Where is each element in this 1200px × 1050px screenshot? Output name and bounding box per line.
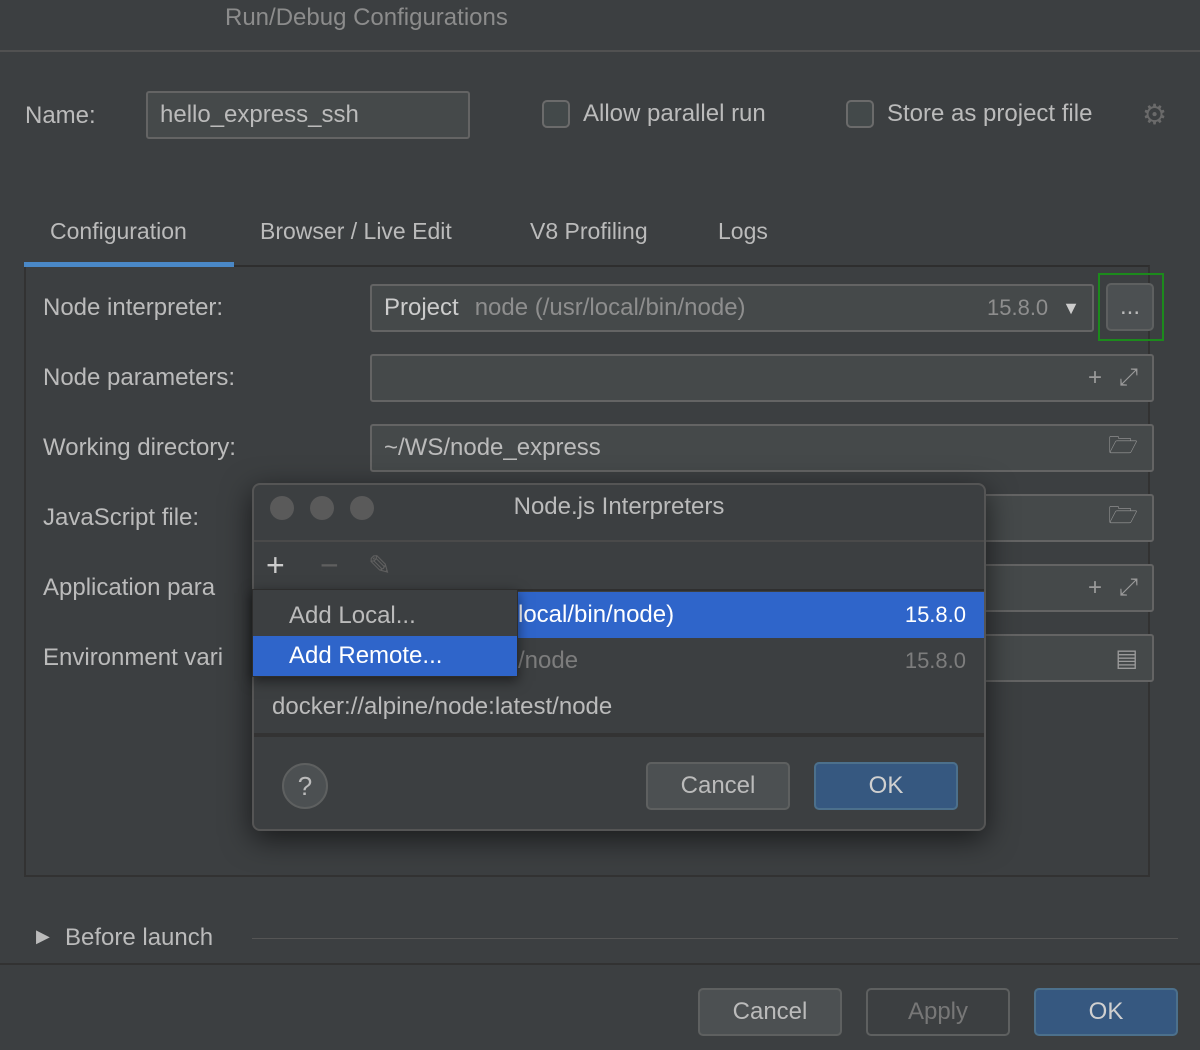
add-icon[interactable]: + <box>266 547 285 584</box>
working-directory-value: ~/WS/node_express <box>384 434 601 462</box>
working-directory-label: Working directory: <box>43 434 236 462</box>
chevron-down-icon: ▼ <box>1062 298 1080 319</box>
row-version: 15.8.0 <box>905 648 966 674</box>
ok-button[interactable]: OK <box>1034 988 1178 1036</box>
name-value: hello_express_ssh <box>160 101 359 129</box>
expand-icon[interactable]: ⤢ <box>1119 364 1138 392</box>
plus-icon[interactable]: + <box>1088 574 1102 602</box>
cancel-button[interactable]: Cancel <box>698 988 842 1036</box>
store-project-checkbox[interactable] <box>846 100 874 128</box>
divider <box>254 540 984 542</box>
interpreter-version: 15.8.0 <box>987 295 1048 321</box>
row-path: docker://alpine/node:latest/node <box>272 693 612 721</box>
tab-logs[interactable]: Logs <box>718 218 768 245</box>
node-interpreter-label: Node interpreter: <box>43 294 223 322</box>
environment-variables-label: Environment vari <box>43 644 223 672</box>
list-item[interactable]: docker://alpine/node:latest/node <box>254 684 984 730</box>
dialog-title: Node.js Interpreters <box>254 493 984 521</box>
active-tab-indicator <box>24 262 234 267</box>
remove-icon[interactable]: − <box>320 547 339 584</box>
divider <box>0 50 1200 52</box>
help-button[interactable]: ? <box>282 763 328 809</box>
edit-icon[interactable]: ✎ <box>368 549 391 582</box>
dialog-ok-button[interactable]: OK <box>814 762 958 810</box>
allow-parallel-label[interactable]: Allow parallel run <box>583 100 766 128</box>
name-label: Name: <box>25 102 96 130</box>
window-title: Run/Debug Configurations <box>225 4 508 32</box>
store-project-label[interactable]: Store as project file <box>887 100 1092 128</box>
node-parameters-label: Node parameters: <box>43 364 235 392</box>
row-path: local/bin/node) <box>518 601 674 629</box>
tab-configuration[interactable]: Configuration <box>50 218 187 245</box>
browse-interpreter-button[interactable]: ... <box>1106 283 1154 331</box>
divider <box>252 938 1178 939</box>
folder-icon[interactable]: 🗁 <box>1108 428 1138 469</box>
tab-v8-profiling[interactable]: V8 Profiling <box>530 218 648 245</box>
name-input[interactable]: hello_express_ssh <box>146 91 470 139</box>
plus-icon[interactable]: + <box>1088 364 1102 392</box>
working-directory-input[interactable]: ~/WS/node_express 🗁 <box>370 424 1154 472</box>
allow-parallel-checkbox[interactable] <box>542 100 570 128</box>
triangle-right-icon[interactable]: ▶ <box>36 926 50 947</box>
menu-item-add-remote[interactable]: Add Remote... <box>253 636 517 676</box>
document-icon[interactable]: ▤ <box>1115 644 1138 673</box>
before-launch-toggle[interactable]: Before launch <box>65 924 213 952</box>
folder-icon[interactable]: 🗁 <box>1108 498 1138 539</box>
apply-button[interactable]: Apply <box>866 988 1010 1036</box>
interpreter-path: node (/usr/local/bin/node) <box>475 294 746 322</box>
tab-browser-live-edit[interactable]: Browser / Live Edit <box>260 218 452 245</box>
divider <box>0 963 1200 965</box>
row-version: 15.8.0 <box>905 602 966 628</box>
expand-icon[interactable]: ⤢ <box>1119 574 1138 602</box>
application-parameters-label: Application para <box>43 574 215 602</box>
dialog-cancel-button[interactable]: Cancel <box>646 762 790 810</box>
menu-item-add-local[interactable]: Add Local... <box>253 596 517 636</box>
javascript-file-label: JavaScript file: <box>43 504 199 532</box>
node-parameters-input[interactable]: +⤢ <box>370 354 1154 402</box>
node-interpreter-select[interactable]: Project node (/usr/local/bin/node) 15.8.… <box>370 284 1094 332</box>
interpreter-prefix: Project <box>384 294 459 322</box>
row-path: /node <box>518 647 578 675</box>
gear-icon[interactable]: ⚙ <box>1142 98 1167 131</box>
add-menu-popup: Add Local... Add Remote... <box>252 589 518 677</box>
